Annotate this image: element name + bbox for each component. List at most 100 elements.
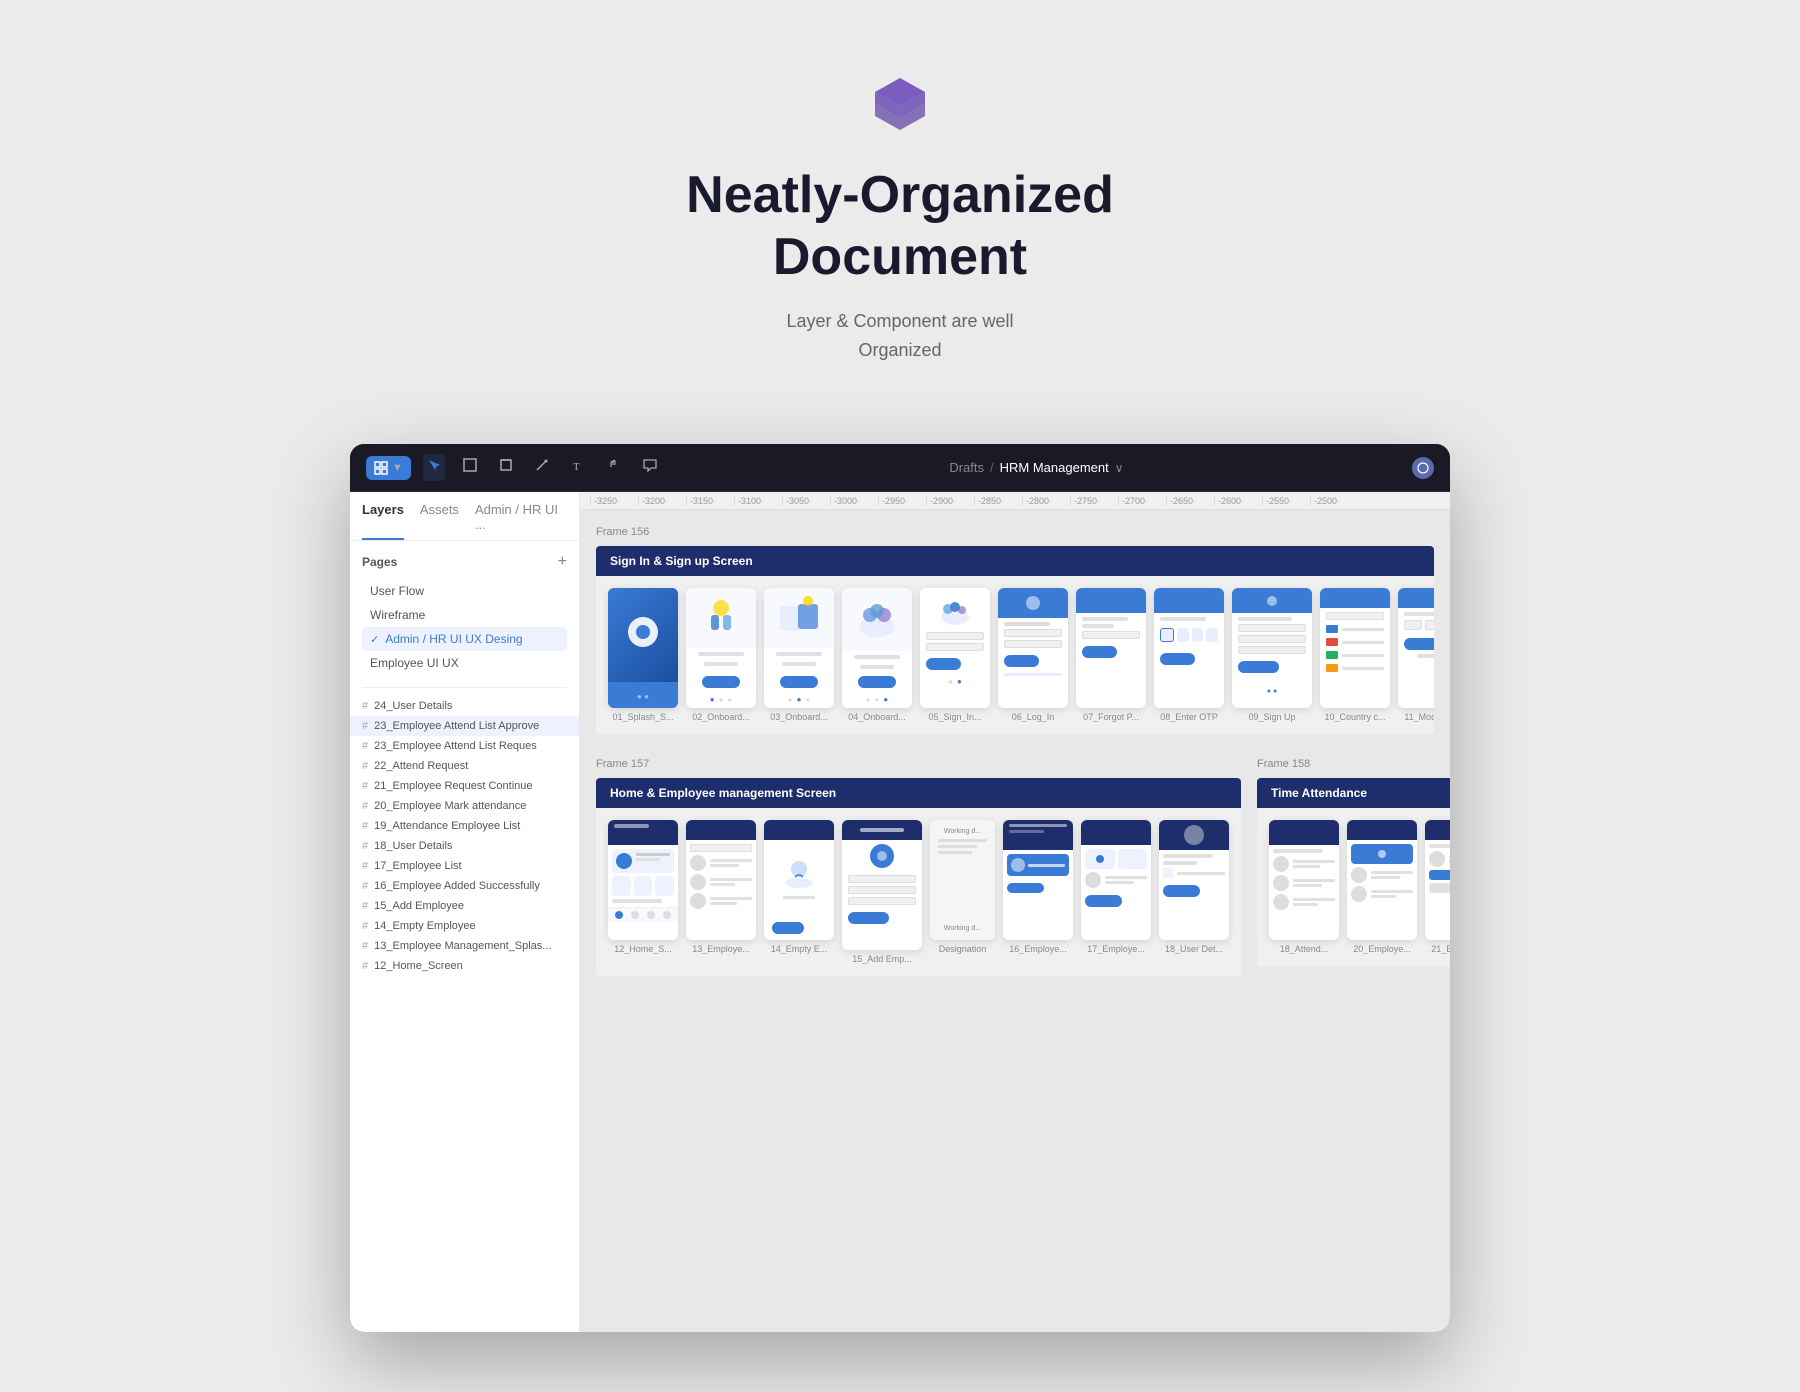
- screen-designation[interactable]: Working d... Working d... Design: [930, 820, 995, 964]
- layer-23-attend-approve[interactable]: # 23_Employee Attend List Approve: [350, 716, 579, 736]
- screen-add-header: [842, 820, 922, 840]
- s21-text: [1449, 855, 1450, 863]
- s18-text: [1177, 872, 1225, 875]
- s20-t2: [1371, 876, 1400, 879]
- dots-row: ● ● ●: [690, 695, 752, 704]
- s21-btn: [1429, 870, 1450, 880]
- layer-23-attend-request[interactable]: # 23_Employee Attend List Reques: [350, 736, 579, 756]
- layer-22-attend-request[interactable]: # 22_Attend Request: [350, 756, 579, 776]
- page-item-wireframe[interactable]: Wireframe: [362, 603, 567, 627]
- tab-assets[interactable]: Assets: [420, 502, 459, 540]
- hash-icon-4: #: [362, 780, 368, 792]
- hash-icon-13: #: [362, 960, 368, 972]
- home-grid-1: [612, 876, 631, 896]
- screen-label-14: 14_Empty E...: [771, 944, 828, 954]
- emp-text-1: [710, 859, 752, 867]
- frame-select-tool[interactable]: [459, 454, 481, 481]
- screen-13-employee[interactable]: 13_Employe...: [686, 820, 756, 964]
- layer-20-employee-mark[interactable]: # 20_Employee Mark attendance: [350, 796, 579, 816]
- page-item-employee[interactable]: Employee UI UX: [362, 651, 567, 675]
- screen-04-onboard[interactable]: ● ● ● 04_Onboard...: [842, 588, 912, 722]
- canvas[interactable]: -3250 -3200 -3150 -3100 -3050 -3000 -295…: [580, 492, 1450, 1332]
- form-btn: [702, 676, 739, 688]
- screen-09-signup[interactable]: ● ● 09_Sign Up: [1232, 588, 1312, 722]
- page-label-userflow: User Flow: [370, 584, 424, 598]
- add-form: [842, 840, 922, 928]
- shape-tool[interactable]: [495, 454, 517, 481]
- layer-21-employee-request[interactable]: # 21_Employee Request Continue: [350, 776, 579, 796]
- screen-16-employee[interactable]: 16_Employe...: [1003, 820, 1073, 964]
- cursor-tool[interactable]: [423, 454, 445, 481]
- layer-24-user-details[interactable]: # 24_User Details: [350, 696, 579, 716]
- dots-row-3: ● ● ●: [768, 695, 830, 704]
- screen-01-splash[interactable]: ● ● 01_Splash_S...: [608, 588, 678, 722]
- page-item-userflow[interactable]: User Flow: [362, 579, 567, 603]
- mobile-prefix: [1404, 620, 1422, 630]
- share-btn[interactable]: [1412, 457, 1434, 479]
- screen-21-employee[interactable]: 21_Employe...: [1425, 820, 1450, 954]
- home-grid-2: [634, 876, 653, 896]
- frame-tool-btn[interactable]: ▼: [366, 456, 411, 480]
- layer-16-employee-added[interactable]: # 16_Employee Added Successfully: [350, 876, 579, 896]
- screen-10-country[interactable]: 10_Country c...: [1320, 588, 1390, 722]
- emp-row-3: [690, 893, 752, 909]
- add-page-button[interactable]: +: [558, 553, 567, 571]
- layer-19-attendance[interactable]: # 19_Attendance Employee List: [350, 816, 579, 836]
- screen-12-home[interactable]: 12_Home_S...: [608, 820, 678, 964]
- layer-14-empty-employee[interactable]: # 14_Empty Employee: [350, 916, 579, 936]
- attend-t1: [1293, 860, 1335, 863]
- screen-06-login[interactable]: 06_Log_In: [998, 588, 1068, 722]
- form-line-1: [698, 652, 745, 656]
- hand-tool[interactable]: [603, 454, 625, 481]
- otp-btn: [1160, 653, 1195, 665]
- page-item-admin[interactable]: ✓ Admin / HR UI UX Desing: [362, 627, 567, 651]
- screen-20-content: [1347, 840, 1417, 906]
- tab-layers[interactable]: Layers: [362, 502, 404, 540]
- screen-label-05: 05_Sign_In...: [928, 712, 981, 722]
- breadcrumb-dropdown-icon[interactable]: ∨: [1115, 461, 1124, 475]
- screen-11-mobile[interactable]: 11_Moolie N...: [1398, 588, 1434, 722]
- frame-158-header: Time Attendance: [1257, 778, 1450, 808]
- sidebar: Layers Assets Admin / HR UI ... Pages + …: [350, 492, 580, 1332]
- signup-title: [1238, 617, 1292, 621]
- layer-label-6: 19_Attendance Employee List: [374, 820, 520, 832]
- screen-attend-18[interactable]: 18_Attend...: [1269, 820, 1339, 954]
- screen-08-otp[interactable]: 08_Enter OTP: [1154, 588, 1224, 722]
- screen-18-user[interactable]: 18_User Det...: [1159, 820, 1229, 964]
- otp-inputs: [1160, 628, 1218, 642]
- screen-form-3: ● ● ●: [764, 648, 834, 708]
- layer-18-user-details[interactable]: # 18_User Details: [350, 836, 579, 856]
- breadcrumb-project: HRM Management: [1000, 460, 1109, 475]
- nav-dot-3: [647, 911, 655, 919]
- dots-row-4: ● ● ●: [846, 695, 908, 704]
- sidebar-tabs: Layers Assets Admin / HR UI ...: [350, 492, 579, 541]
- attend-t3: [1293, 879, 1335, 882]
- screen-02-onboard[interactable]: ● ● ● 02_Onboard...: [686, 588, 756, 722]
- layer-13-employee-mgmt[interactable]: # 13_Employee Management_Splas...: [350, 936, 579, 956]
- layer-15-add-employee[interactable]: # 15_Add Employee: [350, 896, 579, 916]
- screen-14-empty[interactable]: 14_Empty E...: [764, 820, 834, 964]
- login-input-1: [1004, 629, 1062, 637]
- screen-07-forgot[interactable]: 07_Forgot P...: [1076, 588, 1146, 722]
- home-card-line-2: [636, 858, 660, 861]
- screen-form-2: ● ● ●: [686, 648, 756, 708]
- layer-12-home-screen[interactable]: # 12_Home_Screen: [350, 956, 579, 976]
- comment-tool[interactable]: [639, 454, 661, 481]
- screen-20-employee[interactable]: 20_Employe...: [1347, 820, 1417, 954]
- screen-03-onboard[interactable]: ● ● ● 03_Onboard...: [764, 588, 834, 722]
- login-btn: [1004, 655, 1039, 667]
- s16-card-row: [1011, 858, 1065, 872]
- designation-label-top: Working d...: [938, 828, 987, 835]
- desig-line-1: [938, 839, 987, 842]
- screen-label-13: 13_Employe...: [692, 944, 750, 954]
- country-label-2: [1342, 641, 1384, 644]
- screen-15-add-emp[interactable]: 15_Add Emp...: [842, 820, 922, 964]
- nav-dot-4: [663, 911, 671, 919]
- pen-tool[interactable]: [531, 454, 553, 481]
- text-tool[interactable]: T: [567, 454, 589, 481]
- screen-05-signin[interactable]: ● ● 05_Sign_In...: [920, 588, 990, 722]
- screen-17-employee[interactable]: 17_Employe...: [1081, 820, 1151, 964]
- tab-admin[interactable]: Admin / HR UI ...: [475, 502, 567, 540]
- emp-line-2: [710, 864, 739, 867]
- layer-17-employee-list[interactable]: # 17_Employee List: [350, 856, 579, 876]
